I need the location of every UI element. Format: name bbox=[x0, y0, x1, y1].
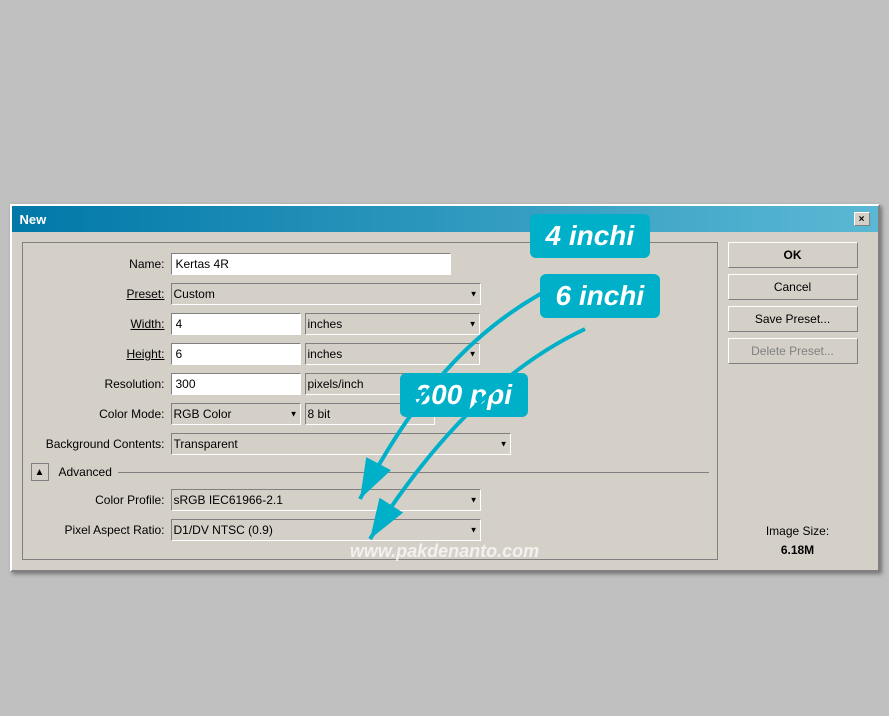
height-unit-select[interactable]: pixelsinchescmmmpointspicascolumns bbox=[305, 343, 480, 365]
advanced-label: Advanced bbox=[59, 465, 112, 479]
colormode-select[interactable]: BitmapGrayscaleRGB ColorCMYK ColorLab Co… bbox=[171, 403, 301, 425]
pixel-aspect-row: Pixel Aspect Ratio: SquareD1/DV NTSC (0.… bbox=[31, 519, 709, 541]
width-label: Width: bbox=[31, 317, 171, 331]
ok-button[interactable]: OK bbox=[728, 242, 858, 268]
image-size-label: Image Size: bbox=[728, 522, 868, 541]
resolution-row: Resolution: pixels/inchpixels/cm bbox=[31, 373, 709, 395]
new-dialog: New × Name: Preset: CustomDefault Photos… bbox=[10, 204, 880, 572]
save-preset-button[interactable]: Save Preset... bbox=[728, 306, 858, 332]
colormode-wrapper: BitmapGrayscaleRGB ColorCMYK ColorLab Co… bbox=[171, 403, 301, 425]
delete-preset-button[interactable]: Delete Preset... bbox=[728, 338, 858, 364]
pixel-wrapper: SquareD1/DV NTSC (0.9)D1/DV PAL (1.07)An… bbox=[171, 519, 481, 541]
width-input[interactable] bbox=[171, 313, 301, 335]
colormode-row: Color Mode: BitmapGrayscaleRGB ColorCMYK… bbox=[31, 403, 709, 425]
background-wrapper: WhiteBackground ColorTransparent bbox=[171, 433, 511, 455]
profile-row: Color Profile: sRGB IEC61966-2.1Adobe RG… bbox=[31, 489, 709, 511]
resolution-unit-select[interactable]: pixels/inchpixels/cm bbox=[305, 373, 480, 395]
bitdepth-wrapper: 1 bit8 bit16 bit32 bit bbox=[305, 403, 435, 425]
resolution-input[interactable] bbox=[171, 373, 301, 395]
background-label: Background Contents: bbox=[31, 437, 171, 451]
preset-select[interactable]: CustomDefault Photoshop SizeLetterLegalT… bbox=[171, 283, 481, 305]
resolution-unit-wrapper: pixels/inchpixels/cm bbox=[305, 373, 480, 395]
height-label: Height: bbox=[31, 347, 171, 361]
dialog-wrapper: 4 inchi 6 inchi 300 ppi www.pakdenanto.c… bbox=[10, 204, 880, 572]
cancel-button[interactable]: Cancel bbox=[728, 274, 858, 300]
pixel-aspect-label: Pixel Aspect Ratio: bbox=[31, 523, 171, 537]
name-row: Name: bbox=[31, 253, 709, 275]
left-panel: Name: Preset: CustomDefault Photoshop Si… bbox=[22, 242, 718, 560]
height-input[interactable] bbox=[171, 343, 301, 365]
right-panel: OK Cancel Save Preset... Delete Preset..… bbox=[728, 242, 868, 560]
colormode-label: Color Mode: bbox=[31, 407, 171, 421]
close-button[interactable]: × bbox=[854, 212, 870, 226]
image-size-value: 6.18M bbox=[728, 541, 868, 560]
width-row: Width: pixelsinchescmmmpointspicascolumn… bbox=[31, 313, 709, 335]
titlebar: New × bbox=[12, 206, 878, 232]
pixel-select[interactable]: SquareD1/DV NTSC (0.9)D1/DV PAL (1.07)An… bbox=[171, 519, 481, 541]
image-size-box: Image Size: 6.18M bbox=[728, 502, 868, 560]
profile-label: Color Profile: bbox=[31, 493, 171, 507]
advanced-divider bbox=[118, 472, 709, 473]
bitdepth-select[interactable]: 1 bit8 bit16 bit32 bit bbox=[305, 403, 435, 425]
name-input[interactable] bbox=[171, 253, 451, 275]
dialog-body: Name: Preset: CustomDefault Photoshop Si… bbox=[12, 232, 878, 570]
preset-row: Preset: CustomDefault Photoshop SizeLett… bbox=[31, 283, 709, 305]
height-unit-wrapper: pixelsinchescmmmpointspicascolumns bbox=[305, 343, 480, 365]
profile-wrapper: sRGB IEC61966-2.1Adobe RGB (1998)ProPhot… bbox=[171, 489, 481, 511]
background-select[interactable]: WhiteBackground ColorTransparent bbox=[171, 433, 511, 455]
width-unit-wrapper: pixelsinchescmmmpointspicascolumns bbox=[305, 313, 480, 335]
width-unit-select[interactable]: pixelsinchescmmmpointspicascolumns bbox=[305, 313, 480, 335]
preset-label: Preset: bbox=[31, 287, 171, 301]
dialog-title: New bbox=[20, 212, 47, 227]
name-label: Name: bbox=[31, 257, 171, 271]
preset-select-wrapper: CustomDefault Photoshop SizeLetterLegalT… bbox=[171, 283, 481, 305]
resolution-label: Resolution: bbox=[31, 377, 171, 391]
height-row: Height: pixelsinchescmmmpointspicascolum… bbox=[31, 343, 709, 365]
profile-select[interactable]: sRGB IEC61966-2.1Adobe RGB (1998)ProPhot… bbox=[171, 489, 481, 511]
advanced-toggle[interactable]: ▲ bbox=[31, 463, 49, 481]
background-row: Background Contents: WhiteBackground Col… bbox=[31, 433, 709, 455]
advanced-row: ▲ Advanced bbox=[31, 463, 709, 481]
